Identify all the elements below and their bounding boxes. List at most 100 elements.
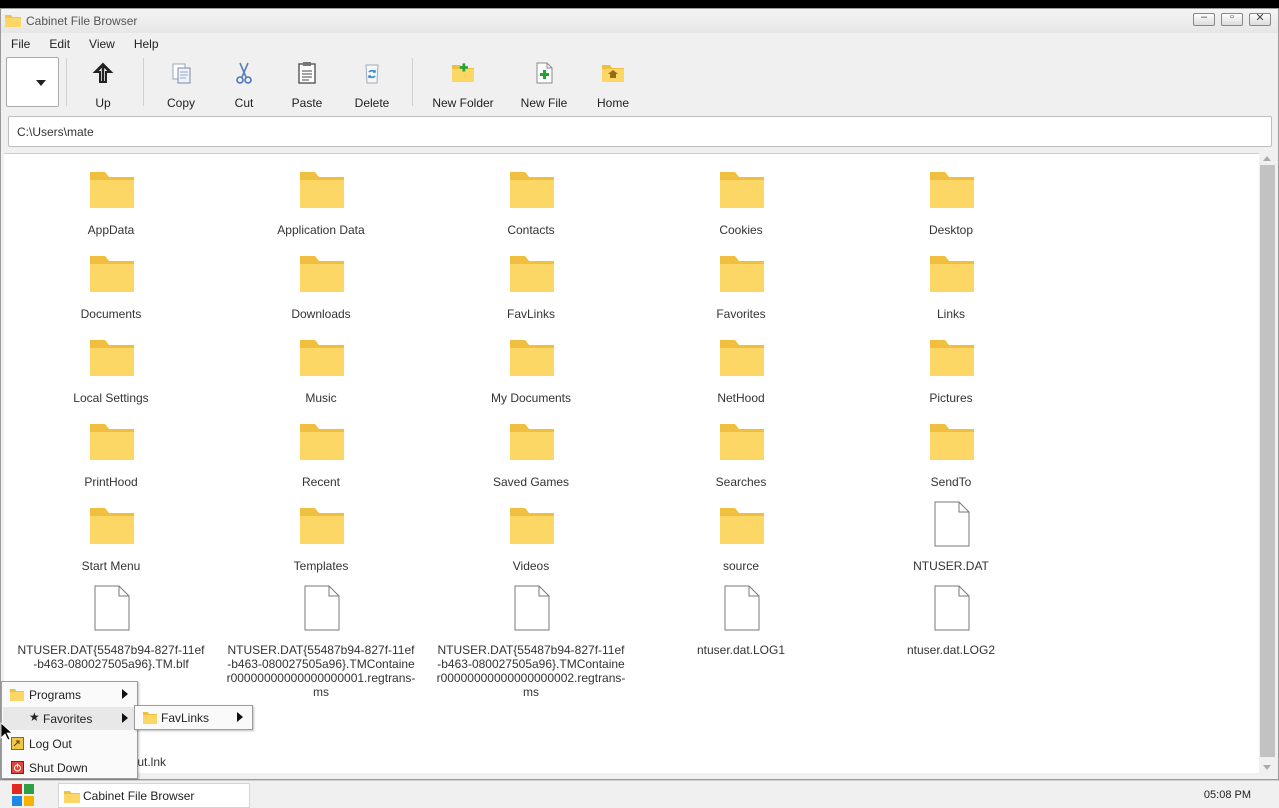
delete-label: Delete — [354, 96, 390, 110]
file-item[interactable]: NTUSER.DAT{55487b94-827f-11ef-b463-08002… — [426, 585, 636, 699]
file-item[interactable]: NTUSER.DAT{55487b94-827f-11ef-b463-08002… — [6, 585, 216, 674]
new-file-button[interactable]: New File — [509, 61, 579, 110]
folder-item[interactable]: Start Menu — [6, 506, 216, 590]
start-menu-programs[interactable]: Programs — [3, 683, 137, 706]
folder-item[interactable]: Recent — [216, 422, 426, 506]
taskbar-item-file-browser[interactable]: Cabinet File Browser — [58, 783, 250, 808]
scroll-up-icon[interactable] — [1263, 156, 1271, 161]
address-bar[interactable]: C:\Users\mate — [8, 116, 1272, 147]
folder-icon — [929, 170, 975, 210]
delete-button[interactable]: Delete — [337, 61, 407, 110]
folder-icon — [89, 338, 135, 378]
item-label: SendTo — [930, 475, 972, 489]
start-button[interactable] — [12, 784, 34, 806]
file-item[interactable]: ntuser.dat.LOG2 — [846, 585, 1056, 674]
file-icon — [719, 585, 765, 631]
folder-icon — [509, 422, 555, 462]
folder-icon — [509, 338, 555, 378]
file-item[interactable]: NTUSER.DAT — [846, 501, 1056, 590]
folder-item[interactable]: Local Settings — [6, 338, 216, 422]
home-button[interactable]: Home — [578, 61, 648, 110]
folder-item[interactable]: Documents — [6, 254, 216, 338]
copy-button[interactable]: Copy — [146, 61, 216, 110]
item-label: NTUSER.DAT{55487b94-827f-11ef-b463-08002… — [436, 643, 626, 699]
folder-item[interactable]: Templates — [216, 506, 426, 590]
menu-view[interactable]: View — [79, 33, 124, 53]
folder-item[interactable]: source — [636, 506, 846, 590]
start-menu-shutdown[interactable]: Shut Down — [3, 756, 137, 779]
file-view: AppData Application Data Contacts Cookies De… — [4, 153, 1259, 773]
folder-item[interactable]: PrintHood — [6, 422, 216, 506]
start-menu: Programs ★ Favorites Log Out Shut Down — [1, 681, 138, 779]
file-item[interactable]: ntuser.dat.LOG1 — [636, 585, 846, 674]
chevron-right-icon — [237, 712, 243, 722]
item-label: NTUSER.DAT{55487b94-827f-11ef-b463-08002… — [17, 643, 205, 671]
start-menu-logout[interactable]: Log Out — [3, 732, 137, 755]
folder-item[interactable]: Application Data — [216, 170, 426, 254]
favorites-submenu: FavLinks — [134, 705, 253, 730]
item-label: AppData — [87, 223, 135, 237]
item-label: Saved Games — [492, 475, 570, 489]
folder-icon — [929, 338, 975, 378]
star-icon: ★ — [29, 710, 40, 724]
minimize-button[interactable]: – — [1193, 11, 1215, 26]
folder-item[interactable]: NetHood — [636, 338, 846, 422]
new-folder-label: New Folder — [432, 96, 494, 110]
folder-icon — [719, 338, 765, 378]
cut-button[interactable]: Cut — [209, 61, 279, 110]
file-icon — [929, 585, 975, 631]
folder-item[interactable]: Favorites — [636, 254, 846, 338]
menu-help[interactable]: Help — [124, 33, 168, 53]
file-icon — [929, 501, 975, 547]
folder-item[interactable]: Pictures — [846, 338, 1056, 422]
window-title: Cabinet File Browser — [26, 14, 138, 28]
folder-item[interactable]: Searches — [636, 422, 846, 506]
file-icon — [89, 585, 135, 631]
mouse-cursor-icon — [0, 722, 12, 741]
folder-icon — [509, 170, 555, 210]
folder-item[interactable]: Music — [216, 338, 426, 422]
scroll-thumb[interactable] — [1260, 165, 1275, 757]
item-label: Application Data — [277, 223, 365, 237]
close-icon: ✕ — [1255, 12, 1265, 24]
folder-item[interactable]: Downloads — [216, 254, 426, 338]
menu-file[interactable]: File — [1, 33, 39, 53]
file-icon — [299, 585, 345, 631]
title-bar[interactable]: Cabinet File Browser – ▫ ✕ — [1, 9, 1278, 33]
folder-item[interactable]: Contacts — [426, 170, 636, 254]
menu-edit[interactable]: Edit — [39, 33, 79, 53]
item-label: NetHood — [717, 391, 765, 405]
item-label: Links — [936, 307, 965, 321]
folder-item[interactable]: My Documents — [426, 338, 636, 422]
toolbar: Up Copy Cut Paste Delete New Folder New … — [1, 54, 1278, 114]
new-folder-button[interactable]: New Folder — [427, 61, 499, 110]
logout-icon — [11, 737, 24, 750]
new-folder-icon — [452, 63, 474, 82]
scroll-down-icon[interactable] — [1263, 765, 1271, 770]
folder-item[interactable]: AppData — [6, 170, 216, 254]
maximize-button[interactable]: ▫ — [1221, 11, 1243, 26]
submenu-favlinks[interactable]: FavLinks — [136, 706, 253, 729]
folder-icon — [5, 15, 21, 27]
vertical-scrollbar[interactable] — [1259, 153, 1276, 773]
up-arrow-icon — [92, 62, 114, 83]
folder-icon — [89, 422, 135, 462]
folder-item[interactable]: Saved Games — [426, 422, 636, 506]
folder-icon — [719, 170, 765, 210]
paste-button[interactable]: Paste — [272, 61, 342, 110]
file-item[interactable]: NTUSER.DAT{55487b94-827f-11ef-b463-08002… — [216, 585, 426, 699]
history-dropdown[interactable] — [6, 57, 59, 107]
folder-item[interactable]: Desktop — [846, 170, 1056, 254]
folder-icon — [719, 506, 765, 546]
folder-item[interactable]: SendTo — [846, 422, 1056, 506]
folder-item[interactable]: Videos — [426, 506, 636, 590]
folder-icon — [509, 254, 555, 294]
folder-item[interactable]: FavLinks — [426, 254, 636, 338]
up-button[interactable]: Up — [68, 61, 138, 110]
close-button[interactable]: ✕ — [1249, 12, 1271, 26]
item-label: ntuser.dat.LOG2 — [906, 643, 996, 657]
start-menu-favorites[interactable]: ★ Favorites — [3, 707, 137, 730]
folder-item[interactable]: Cookies — [636, 170, 846, 254]
chevron-down-icon — [36, 80, 46, 86]
folder-item[interactable]: Links — [846, 254, 1056, 338]
